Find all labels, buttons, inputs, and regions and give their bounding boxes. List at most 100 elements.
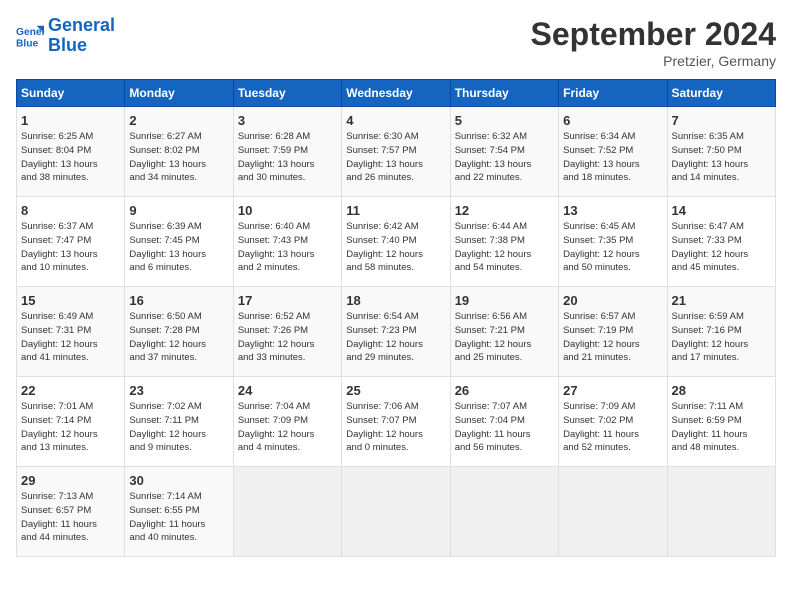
day-info: Sunrise: 7:02 AM Sunset: 7:11 PM Dayligh… bbox=[129, 400, 228, 455]
day-number: 11 bbox=[346, 203, 445, 218]
day-number: 19 bbox=[455, 293, 554, 308]
day-number: 8 bbox=[21, 203, 120, 218]
calendar-cell: 15 Sunrise: 6:49 AM Sunset: 7:31 PM Dayli… bbox=[17, 287, 125, 377]
day-number: 14 bbox=[672, 203, 771, 218]
day-info: Sunrise: 7:09 AM Sunset: 7:02 PM Dayligh… bbox=[563, 400, 662, 455]
calendar-header: SundayMondayTuesdayWednesdayThursdayFrid… bbox=[17, 80, 776, 107]
day-number: 2 bbox=[129, 113, 228, 128]
calendar-cell: 23 Sunrise: 7:02 AM Sunset: 7:11 PM Dayli… bbox=[125, 377, 233, 467]
day-info: Sunrise: 6:47 AM Sunset: 7:33 PM Dayligh… bbox=[672, 220, 771, 275]
day-info: Sunrise: 7:01 AM Sunset: 7:14 PM Dayligh… bbox=[21, 400, 120, 455]
day-info: Sunrise: 6:54 AM Sunset: 7:23 PM Dayligh… bbox=[346, 310, 445, 365]
calendar-cell: 28 Sunrise: 7:11 AM Sunset: 6:59 PM Dayli… bbox=[667, 377, 775, 467]
day-info: Sunrise: 6:45 AM Sunset: 7:35 PM Dayligh… bbox=[563, 220, 662, 275]
day-number: 22 bbox=[21, 383, 120, 398]
calendar-cell bbox=[450, 467, 558, 557]
day-number: 30 bbox=[129, 473, 228, 488]
weekday-header: Tuesday bbox=[233, 80, 341, 107]
day-info: Sunrise: 6:30 AM Sunset: 7:57 PM Dayligh… bbox=[346, 130, 445, 185]
day-number: 13 bbox=[563, 203, 662, 218]
calendar-cell: 12 Sunrise: 6:44 AM Sunset: 7:38 PM Dayli… bbox=[450, 197, 558, 287]
calendar-cell bbox=[559, 467, 667, 557]
calendar-cell: 13 Sunrise: 6:45 AM Sunset: 7:35 PM Dayli… bbox=[559, 197, 667, 287]
svg-text:Blue: Blue bbox=[16, 38, 39, 49]
logo: General Blue GeneralBlue bbox=[16, 16, 115, 56]
calendar-cell bbox=[342, 467, 450, 557]
day-info: Sunrise: 6:28 AM Sunset: 7:59 PM Dayligh… bbox=[238, 130, 337, 185]
day-number: 6 bbox=[563, 113, 662, 128]
day-number: 26 bbox=[455, 383, 554, 398]
weekday-header: Sunday bbox=[17, 80, 125, 107]
day-number: 25 bbox=[346, 383, 445, 398]
day-info: Sunrise: 6:49 AM Sunset: 7:31 PM Dayligh… bbox=[21, 310, 120, 365]
calendar-cell: 11Sunrise: 6:42 AM Sunset: 7:40 PM Dayli… bbox=[342, 197, 450, 287]
calendar-cell: 8 Sunrise: 6:37 AM Sunset: 7:47 PM Daylig… bbox=[17, 197, 125, 287]
calendar-cell: 22 Sunrise: 7:01 AM Sunset: 7:14 PM Dayli… bbox=[17, 377, 125, 467]
day-number: 20 bbox=[563, 293, 662, 308]
logo-text: GeneralBlue bbox=[48, 16, 115, 56]
calendar-table: SundayMondayTuesdayWednesdayThursdayFrid… bbox=[16, 79, 776, 557]
day-info: Sunrise: 6:59 AM Sunset: 7:16 PM Dayligh… bbox=[672, 310, 771, 365]
day-number: 16 bbox=[129, 293, 228, 308]
calendar-cell: 9 Sunrise: 6:39 AM Sunset: 7:45 PM Daylig… bbox=[125, 197, 233, 287]
day-info: Sunrise: 6:57 AM Sunset: 7:19 PM Dayligh… bbox=[563, 310, 662, 365]
day-number: 17 bbox=[238, 293, 337, 308]
calendar-cell: 5 Sunrise: 6:32 AM Sunset: 7:54 PM Daylig… bbox=[450, 107, 558, 197]
day-number: 12 bbox=[455, 203, 554, 218]
day-info: Sunrise: 7:11 AM Sunset: 6:59 PM Dayligh… bbox=[672, 400, 771, 455]
calendar-cell: 16 Sunrise: 6:50 AM Sunset: 7:28 PM Dayli… bbox=[125, 287, 233, 377]
day-info: Sunrise: 6:39 AM Sunset: 7:45 PM Dayligh… bbox=[129, 220, 228, 275]
month-title: September 2024 bbox=[531, 16, 776, 53]
day-info: Sunrise: 7:07 AM Sunset: 7:04 PM Dayligh… bbox=[455, 400, 554, 455]
weekday-header: Saturday bbox=[667, 80, 775, 107]
day-number: 23 bbox=[129, 383, 228, 398]
day-info: Sunrise: 6:52 AM Sunset: 7:26 PM Dayligh… bbox=[238, 310, 337, 365]
weekday-header: Friday bbox=[559, 80, 667, 107]
weekday-header: Wednesday bbox=[342, 80, 450, 107]
day-number: 24 bbox=[238, 383, 337, 398]
day-number: 10 bbox=[238, 203, 337, 218]
day-info: Sunrise: 6:34 AM Sunset: 7:52 PM Dayligh… bbox=[563, 130, 662, 185]
day-number: 4 bbox=[346, 113, 445, 128]
calendar-cell: 3 Sunrise: 6:28 AM Sunset: 7:59 PM Daylig… bbox=[233, 107, 341, 197]
calendar-cell: 20 Sunrise: 6:57 AM Sunset: 7:19 PM Dayli… bbox=[559, 287, 667, 377]
day-number: 7 bbox=[672, 113, 771, 128]
calendar-cell: 24 Sunrise: 7:04 AM Sunset: 7:09 PM Dayli… bbox=[233, 377, 341, 467]
weekday-header: Monday bbox=[125, 80, 233, 107]
day-number: 28 bbox=[672, 383, 771, 398]
calendar-cell: 6 Sunrise: 6:34 AM Sunset: 7:52 PM Daylig… bbox=[559, 107, 667, 197]
calendar-cell bbox=[667, 467, 775, 557]
day-info: Sunrise: 6:56 AM Sunset: 7:21 PM Dayligh… bbox=[455, 310, 554, 365]
day-number: 15 bbox=[21, 293, 120, 308]
calendar-cell: 21 Sunrise: 6:59 AM Sunset: 7:16 PM Dayli… bbox=[667, 287, 775, 377]
day-info: Sunrise: 6:40 AM Sunset: 7:43 PM Dayligh… bbox=[238, 220, 337, 275]
day-info: Sunrise: 6:37 AM Sunset: 7:47 PM Dayligh… bbox=[21, 220, 120, 275]
day-number: 3 bbox=[238, 113, 337, 128]
day-number: 18 bbox=[346, 293, 445, 308]
day-info: Sunrise: 6:25 AM Sunset: 8:04 PM Dayligh… bbox=[21, 130, 120, 185]
day-info: Sunrise: 7:04 AM Sunset: 7:09 PM Dayligh… bbox=[238, 400, 337, 455]
day-number: 21 bbox=[672, 293, 771, 308]
day-number: 9 bbox=[129, 203, 228, 218]
calendar-cell: 2Sunrise: 6:27 AM Sunset: 8:02 PM Daylig… bbox=[125, 107, 233, 197]
day-number: 5 bbox=[455, 113, 554, 128]
calendar-cell: 7 Sunrise: 6:35 AM Sunset: 7:50 PM Daylig… bbox=[667, 107, 775, 197]
calendar-cell bbox=[233, 467, 341, 557]
title-block: September 2024 Pretzier, Germany bbox=[531, 16, 776, 69]
calendar-cell: 25Sunrise: 7:06 AM Sunset: 7:07 PM Dayli… bbox=[342, 377, 450, 467]
calendar-cell: 27Sunrise: 7:09 AM Sunset: 7:02 PM Dayli… bbox=[559, 377, 667, 467]
calendar-cell: 19 Sunrise: 6:56 AM Sunset: 7:21 PM Dayli… bbox=[450, 287, 558, 377]
logo-icon: General Blue bbox=[16, 22, 44, 50]
calendar-cell: 17 Sunrise: 6:52 AM Sunset: 7:26 PM Dayli… bbox=[233, 287, 341, 377]
day-info: Sunrise: 7:14 AM Sunset: 6:55 PM Dayligh… bbox=[129, 490, 228, 545]
day-info: Sunrise: 6:44 AM Sunset: 7:38 PM Dayligh… bbox=[455, 220, 554, 275]
day-number: 1 bbox=[21, 113, 120, 128]
day-info: Sunrise: 6:32 AM Sunset: 7:54 PM Dayligh… bbox=[455, 130, 554, 185]
calendar-cell: 14 Sunrise: 6:47 AM Sunset: 7:33 PM Dayli… bbox=[667, 197, 775, 287]
calendar-cell: 30 Sunrise: 7:14 AM Sunset: 6:55 PM Dayli… bbox=[125, 467, 233, 557]
calendar-cell: 4 Sunrise: 6:30 AM Sunset: 7:57 PM Daylig… bbox=[342, 107, 450, 197]
weekday-header: Thursday bbox=[450, 80, 558, 107]
day-info: Sunrise: 6:50 AM Sunset: 7:28 PM Dayligh… bbox=[129, 310, 228, 365]
day-number: 29 bbox=[21, 473, 120, 488]
day-info: Sunrise: 6:35 AM Sunset: 7:50 PM Dayligh… bbox=[672, 130, 771, 185]
